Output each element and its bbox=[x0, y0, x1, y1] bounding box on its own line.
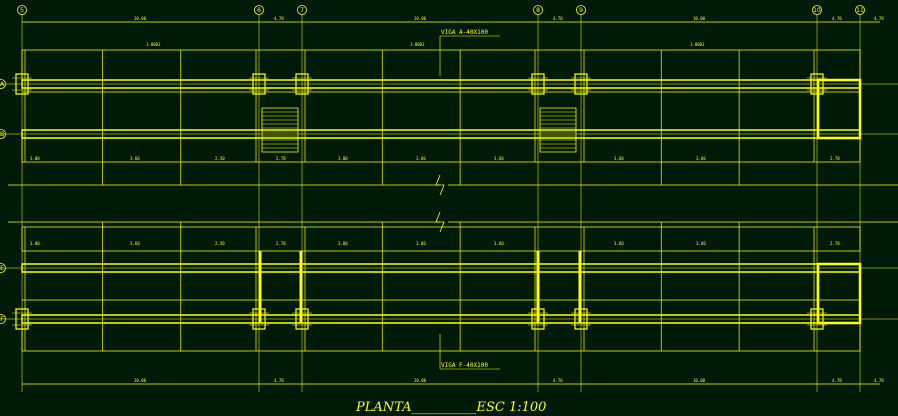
dim-text-bottom: 10.00 bbox=[414, 378, 427, 383]
dim-text-top: 4.70 bbox=[874, 16, 884, 21]
dim-text-row: 2.70 bbox=[276, 241, 286, 246]
dim-text-row: 2.70 bbox=[830, 241, 840, 246]
drawing-background bbox=[0, 0, 898, 416]
dim-text-row: 3.60 bbox=[130, 241, 140, 246]
dim-text-row: 3.00 bbox=[30, 156, 40, 161]
axis-label-left: B bbox=[0, 131, 4, 138]
dim-text-row: 2.50 bbox=[215, 156, 225, 161]
axis-label-left: F bbox=[0, 316, 4, 323]
dim-text-bottom: 10.00 bbox=[134, 378, 147, 383]
plan-drawing: 5 6 7 8 9 10 11ABEF 10.0010.004.704.7010.0010.… bbox=[0, 0, 898, 416]
dim-text-inner: 1-0001 bbox=[146, 42, 161, 47]
dim-text-bottom: 10.00 bbox=[693, 378, 706, 383]
dim-text-row: 3.60 bbox=[614, 241, 624, 246]
axis-label-top: 9 bbox=[579, 7, 583, 14]
dim-text-row: 3.60 bbox=[696, 241, 706, 246]
beam-top-label: VIGA A-40X100 bbox=[441, 29, 488, 36]
axis-label-top: 7 bbox=[300, 7, 304, 14]
axis-label-top: 6 bbox=[257, 7, 261, 14]
drawing-title: PLANTA__________ESC 1:100 bbox=[355, 400, 546, 415]
dim-text-top: 10.00 bbox=[134, 16, 147, 21]
dim-text-inner: 1-0001 bbox=[690, 42, 705, 47]
dim-text-row: 3.60 bbox=[696, 156, 706, 161]
dim-text-row: 3.60 bbox=[130, 156, 140, 161]
axis-label-left: E bbox=[0, 265, 4, 272]
dim-text-row: 2.70 bbox=[830, 156, 840, 161]
axis-label-top: 10 bbox=[813, 7, 821, 14]
beam-bottom-label: VIGA F-40X100 bbox=[441, 362, 488, 369]
dim-text-bottom: 4.70 bbox=[553, 378, 563, 383]
dim-text-row: 3.00 bbox=[338, 241, 348, 246]
dim-text-top: 4.70 bbox=[553, 16, 563, 21]
dim-text-row: 3.60 bbox=[416, 156, 426, 161]
dim-text-top: 4.70 bbox=[832, 16, 842, 21]
dim-text-row: 3.00 bbox=[30, 241, 40, 246]
dim-text-row: 2.50 bbox=[215, 241, 225, 246]
dim-text-top: 4.70 bbox=[274, 16, 284, 21]
dim-text-row: 3.60 bbox=[614, 156, 624, 161]
axis-label-top: 5 bbox=[20, 7, 24, 14]
dim-text-bottom: 4.70 bbox=[832, 378, 842, 383]
dim-text-inner: 1-0001 bbox=[410, 42, 425, 47]
dim-text-row: 3.00 bbox=[338, 156, 348, 161]
axis-label-top: 11 bbox=[856, 7, 864, 14]
axis-label-top: 8 bbox=[536, 7, 540, 14]
dim-text-row: 3.60 bbox=[494, 241, 504, 246]
dim-text-top: 10.00 bbox=[693, 16, 706, 21]
dim-text-bottom: 4.70 bbox=[274, 378, 284, 383]
dim-text-row: 2.70 bbox=[276, 156, 286, 161]
dim-text-row: 3.60 bbox=[416, 241, 426, 246]
dim-text-bottom: 4.70 bbox=[874, 378, 884, 383]
dim-text-row: 3.60 bbox=[494, 156, 504, 161]
dim-text-top: 10.00 bbox=[414, 16, 427, 21]
